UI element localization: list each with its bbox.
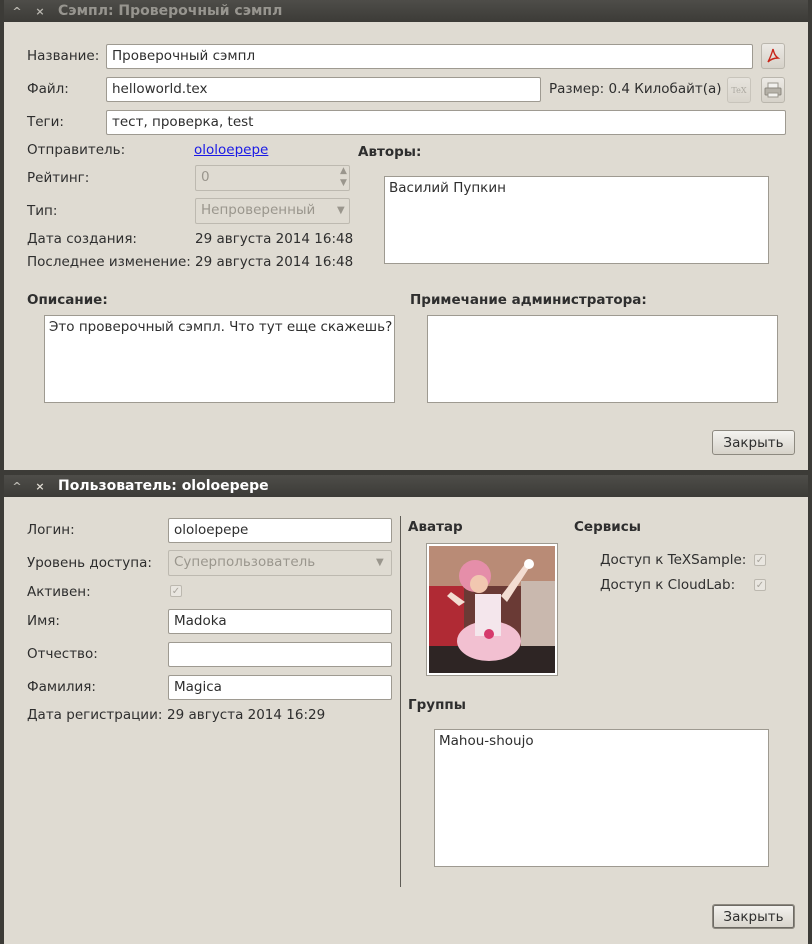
description-heading: Описание:: [27, 292, 108, 308]
login-label: Логин:: [27, 522, 75, 538]
tex-icon: TeX: [731, 85, 747, 95]
sample-window-title: Сэмпл: Проверочный сэмпл: [58, 3, 283, 19]
description-text-area[interactable]: Это проверочный сэмпл. Что тут еще скаже…: [44, 315, 395, 403]
cloudlab-access-label: Доступ к CloudLab:: [600, 577, 736, 593]
spin-down-icon: ▼: [340, 178, 347, 188]
open-tex-button[interactable]: TeX: [727, 77, 751, 103]
patronymic-label: Отчество:: [27, 646, 98, 662]
admin-note-heading: Примечание администратора:: [410, 292, 647, 308]
list-item[interactable]: Василий Пупкин: [389, 180, 764, 196]
active-label: Активен:: [27, 584, 91, 600]
sample-window: ^ × Сэмпл: Проверочный сэмпл Название: П…: [4, 0, 808, 470]
avatar: [429, 546, 555, 673]
admin-note-text-area[interactable]: [427, 315, 778, 403]
user-window: ^ × Пользователь: ololoepepe Логин: olol…: [4, 475, 808, 944]
chevron-down-icon: ▼: [337, 205, 345, 216]
list-item[interactable]: Mahou-shoujo: [439, 733, 764, 749]
sender-label: Отправитель:: [27, 142, 126, 158]
groups-heading: Группы: [408, 697, 466, 713]
reg-date-label: Дата регистрации:: [27, 707, 163, 723]
created-label: Дата создания:: [27, 231, 137, 247]
reg-date-value: 29 августа 2014 16:29: [167, 707, 326, 723]
sender-link[interactable]: ololoepepe: [194, 141, 268, 159]
user-window-title: Пользователь: ololoepepe: [58, 478, 269, 494]
access-level-label: Уровень доступа:: [27, 555, 152, 571]
size-text: Размер: 0.4 Килобайт(а): [549, 81, 722, 97]
close-button[interactable]: Закрыть: [712, 904, 795, 929]
last-name-field[interactable]: Magica: [168, 675, 392, 700]
first-name-field[interactable]: Madoka: [168, 609, 392, 634]
login-field[interactable]: ololoepepe: [168, 518, 392, 543]
texsample-access-checkbox[interactable]: ✓: [754, 554, 766, 566]
chevron-down-icon: ▼: [376, 557, 384, 568]
pdf-icon: [767, 48, 781, 63]
spin-up-icon: ▲: [340, 166, 347, 176]
modified-label: Последнее изменение:: [27, 254, 191, 270]
open-pdf-button[interactable]: [761, 43, 785, 69]
access-level-select[interactable]: Суперпользователь: [168, 550, 392, 576]
avatar-frame[interactable]: [426, 543, 558, 676]
authors-heading: Авторы:: [358, 144, 422, 160]
file-label: Файл:: [27, 81, 69, 97]
texsample-access-label: Доступ к TeXSample:: [600, 552, 747, 568]
tags-label: Теги:: [27, 114, 64, 130]
rating-label: Рейтинг:: [27, 170, 90, 186]
type-select[interactable]: Непроверенный: [195, 198, 350, 224]
type-label: Тип:: [27, 203, 58, 219]
cloudlab-access-checkbox[interactable]: ✓: [754, 579, 766, 591]
name-label: Название:: [27, 48, 100, 64]
tags-field[interactable]: тест, проверка, test: [106, 110, 786, 135]
vertical-separator: [400, 516, 401, 887]
name-field[interactable]: Проверочный сэмпл: [106, 44, 753, 69]
print-button[interactable]: [761, 77, 785, 103]
file-field[interactable]: helloworld.tex: [106, 77, 541, 102]
sample-window-titlebar: ^ × Сэмпл: Проверочный сэмпл: [4, 0, 808, 22]
first-name-label: Имя:: [27, 613, 60, 629]
rating-spinbox[interactable]: 0: [195, 165, 350, 191]
groups-list[interactable]: Mahou-shoujo: [434, 729, 769, 867]
avatar-heading: Аватар: [408, 519, 463, 535]
authors-list[interactable]: Василий Пупкин: [384, 176, 769, 264]
created-value: 29 августа 2014 16:48: [195, 231, 354, 247]
services-heading: Сервисы: [574, 519, 641, 535]
minimize-button[interactable]: ^: [7, 3, 27, 19]
patronymic-field[interactable]: [168, 642, 392, 667]
close-window-button[interactable]: ×: [30, 3, 50, 19]
printer-icon: [764, 82, 782, 98]
last-name-label: Фамилия:: [27, 679, 96, 695]
close-button[interactable]: Закрыть: [712, 430, 795, 455]
close-window-button[interactable]: ×: [30, 478, 50, 494]
modified-value: 29 августа 2014 16:48: [195, 254, 354, 270]
user-window-titlebar: ^ × Пользователь: ololoepepe: [4, 475, 808, 497]
active-checkbox[interactable]: ✓: [170, 585, 182, 597]
minimize-button[interactable]: ^: [7, 478, 27, 494]
